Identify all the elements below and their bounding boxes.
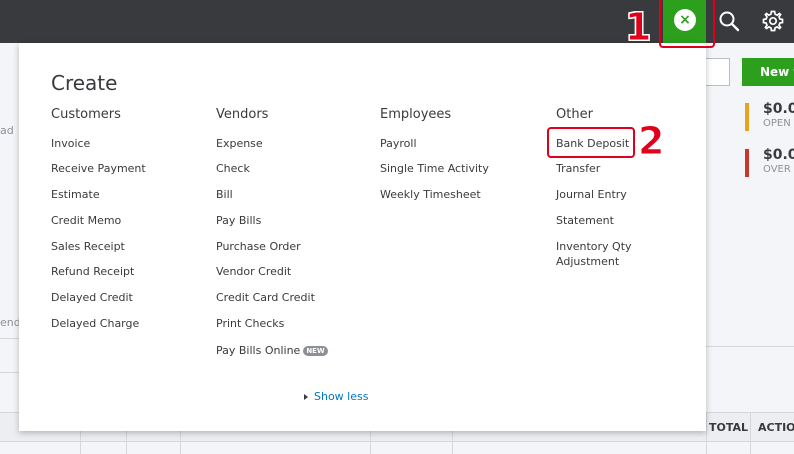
menu-item-invoice[interactable]: Invoice <box>51 136 90 151</box>
overdue-stat-amount: $0.0 <box>763 147 794 163</box>
create-menu-panel: Create Customers Invoice Receive Payment… <box>19 43 706 431</box>
vendors-heading: Vendors <box>216 107 269 122</box>
open-stat-label: OPEN <box>763 118 791 129</box>
open-stat-bar <box>745 103 749 131</box>
menu-item-check[interactable]: Check <box>216 161 250 176</box>
background-new-button: New t <box>742 58 794 86</box>
other-column: Other Bank Deposit Transfer Journal Entr… <box>556 107 632 268</box>
show-less-label: Show less <box>314 390 369 403</box>
menu-item-single-time-activity[interactable]: Single Time Activity <box>380 161 489 176</box>
menu-item-credit-memo[interactable]: Credit Memo <box>51 213 121 228</box>
highlight-box-bank-deposit <box>547 127 635 158</box>
menu-item-weekly-timesheet[interactable]: Weekly Timesheet <box>380 187 481 202</box>
menu-item-pay-bills[interactable]: Pay Bills <box>216 213 261 228</box>
menu-item-pay-bills-online[interactable]: Pay Bills Online NEW <box>216 343 328 358</box>
menu-item-print-checks[interactable]: Print Checks <box>216 316 284 331</box>
menu-item-estimate[interactable]: Estimate <box>51 187 100 202</box>
customers-heading: Customers <box>51 107 121 122</box>
open-stat-amount: $0.0 <box>763 101 794 117</box>
menu-item-receive-payment[interactable]: Receive Payment <box>51 161 146 176</box>
menu-item-statement[interactable]: Statement <box>556 213 614 228</box>
menu-item-payroll[interactable]: Payroll <box>380 136 417 151</box>
menu-item-sales-receipt[interactable]: Sales Receipt <box>51 239 125 254</box>
background-text-fragment: end <box>0 316 21 329</box>
divider <box>0 372 19 373</box>
open-stat: $0.0 OPEN <box>745 101 794 131</box>
menu-item-expense[interactable]: Expense <box>216 136 263 151</box>
total-column-header: TOTAL <box>709 421 749 434</box>
vendors-column: Vendors Expense Check Bill Pay Bills Pur… <box>216 107 328 357</box>
other-heading: Other <box>556 107 593 122</box>
employees-heading: Employees <box>380 107 452 122</box>
gear-icon[interactable] <box>761 9 785 33</box>
show-less-link[interactable]: Show less <box>304 390 368 403</box>
menu-item-credit-card-credit[interactable]: Credit Card Credit <box>216 290 315 305</box>
menu-item-refund-receipt[interactable]: Refund Receipt <box>51 264 134 279</box>
menu-item-label-line-1: Inventory Qty <box>556 240 632 253</box>
action-column-header: ACTIO <box>758 421 794 434</box>
search-icon[interactable] <box>718 10 740 32</box>
menu-item-delayed-credit[interactable]: Delayed Credit <box>51 290 133 305</box>
step-number-1: 1 <box>624 5 652 49</box>
column-divider <box>750 412 751 454</box>
overdue-stat-bar <box>745 149 749 177</box>
panel-title: Create <box>51 71 118 95</box>
highlight-box-create-button <box>659 0 715 48</box>
menu-item-vendor-credit[interactable]: Vendor Credit <box>216 264 291 279</box>
customers-column: Customers Invoice Receive Payment Estima… <box>51 107 146 330</box>
menu-item-transfer[interactable]: Transfer <box>556 161 600 176</box>
column-divider <box>706 412 707 454</box>
employees-column: Employees Payroll Single Time Activity W… <box>380 107 489 201</box>
menu-item-inventory-qty-adjustment[interactable]: Inventory Qty Adjustment <box>556 239 632 269</box>
menu-item-journal-entry[interactable]: Journal Entry <box>556 187 627 202</box>
divider <box>706 346 794 347</box>
caret-right-icon <box>304 394 308 400</box>
overdue-stat-label: OVER <box>763 164 791 175</box>
background-text-fragment: ad <box>0 124 14 137</box>
menu-item-label: Pay Bills Online <box>216 344 301 357</box>
new-badge: NEW <box>303 346 328 356</box>
step-number-2: 2 <box>637 119 665 163</box>
menu-item-delayed-charge[interactable]: Delayed Charge <box>51 316 139 331</box>
menu-item-purchase-order[interactable]: Purchase Order <box>216 239 301 254</box>
menu-item-label-line-2: Adjustment <box>556 255 620 268</box>
divider <box>0 338 19 339</box>
menu-item-bill[interactable]: Bill <box>216 187 233 202</box>
overdue-stat: $0.0 OVER <box>745 147 794 177</box>
